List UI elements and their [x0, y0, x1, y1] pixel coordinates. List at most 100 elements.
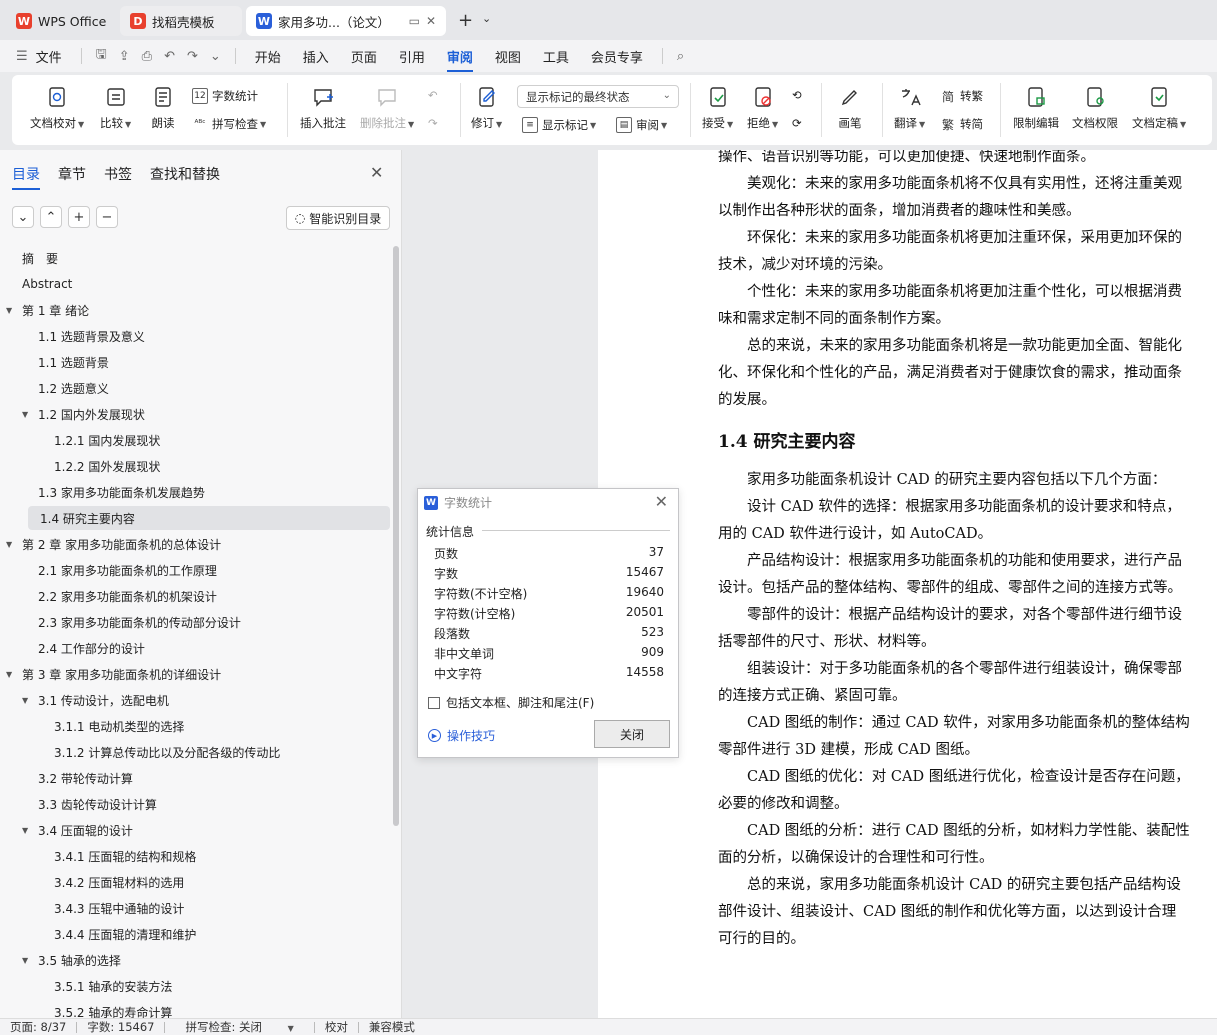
chevron-down-icon[interactable]: ⌄: [482, 12, 491, 25]
toc-item[interactable]: ▼ 第 1 章 绪论: [0, 298, 89, 322]
toc-item[interactable]: 2.3 家用多功能面条机的传动部分设计: [0, 610, 241, 634]
toc-item[interactable]: ▼ 第 2 章 家用多功能面条机的总体设计: [0, 532, 221, 556]
toc-item[interactable]: 3.4.4 压面辊的清理和维护: [0, 922, 196, 946]
tab-wps-office[interactable]: W WPS Office: [6, 6, 116, 36]
menu-page[interactable]: 页面: [340, 47, 388, 66]
word-count-indicator[interactable]: 字数: 15467: [77, 1019, 164, 1035]
menu-view[interactable]: 视图: [484, 47, 532, 66]
undo-icon[interactable]: ↶: [158, 49, 181, 64]
expand-triangle-icon[interactable]: ▼: [22, 410, 38, 419]
toc-item[interactable]: 1.2 选题意义: [0, 376, 109, 400]
toc-item[interactable]: 3.1.2 计算总传动比以及分配各级的传动比: [0, 740, 280, 764]
word-count-button[interactable]: 12 字数统计: [192, 88, 258, 104]
show-marks-button[interactable]: ≡ 显示标记 ▼: [522, 117, 596, 133]
to-simplified-button[interactable]: 繁转简: [940, 116, 983, 132]
expand-triangle-icon[interactable]: ▼: [22, 956, 38, 965]
include-textbox-checkbox[interactable]: 包括文本框、脚注和尾注(F): [428, 694, 594, 711]
insert-comment-button[interactable]: 插入批注: [300, 85, 346, 131]
remove-level-icon[interactable]: −: [96, 206, 118, 228]
toc-item[interactable]: 1.1 选题背景: [0, 350, 109, 374]
menu-reference[interactable]: 引用: [388, 47, 436, 66]
share-icon[interactable]: ⇪: [113, 49, 136, 64]
tips-link[interactable]: ▶ 操作技巧: [428, 727, 495, 744]
toc-item[interactable]: ▼ 3.4 压面辊的设计: [0, 818, 133, 842]
toc-item[interactable]: 3.4.2 压面辊材料的选用: [0, 870, 184, 894]
translate-button[interactable]: 翻译 ▼: [894, 85, 925, 131]
document-page[interactable]: 1.4 研究主要内容 操作、语音识别等功能，可以更加便捷、快速地制作面条。 美观…: [598, 150, 1217, 1018]
tab-chapter[interactable]: 章节: [58, 164, 86, 184]
toc-item[interactable]: 1.1 选题背景及意义: [0, 324, 145, 348]
toc-item[interactable]: 3.5.1 轴承的安装方法: [0, 974, 172, 998]
expand-up-icon[interactable]: ⌃: [40, 206, 62, 228]
expand-triangle-icon[interactable]: ▼: [6, 540, 22, 549]
print-preview-icon[interactable]: ⎙: [136, 49, 158, 64]
tab-bookmark[interactable]: 书签: [104, 164, 132, 184]
toc-item[interactable]: ▼ 3.5 轴承的选择: [0, 948, 121, 972]
menu-review[interactable]: 审阅: [436, 47, 484, 72]
toc-item[interactable]: 1.4 研究主要内容: [28, 506, 390, 530]
hamburger-icon[interactable]: ☰: [0, 49, 34, 64]
more-chevron-icon[interactable]: ⌄: [204, 49, 227, 64]
expand-triangle-icon[interactable]: ▼: [22, 826, 38, 835]
expand-triangle-icon[interactable]: ▼: [22, 696, 38, 705]
close-tab-icon[interactable]: ✕: [426, 14, 436, 28]
display-mode-dropdown[interactable]: 显示标记的最终状态 ⌄: [517, 85, 679, 108]
restrict-edit-button[interactable]: 限制编辑: [1013, 85, 1059, 131]
spell-check-indicator[interactable]: 拼写检查: 关闭 ▼: [165, 1019, 313, 1035]
tab-template[interactable]: D 找稻壳模板: [120, 6, 242, 36]
doc-permission-button[interactable]: 文档权限: [1072, 85, 1118, 131]
reject-button[interactable]: 拒绝 ▼: [747, 85, 778, 131]
accept-button[interactable]: 接受 ▼: [702, 85, 733, 131]
search-icon[interactable]: ⌕: [671, 49, 690, 64]
read-aloud-button[interactable]: 朗读: [151, 85, 175, 131]
close-pane-icon[interactable]: ✕: [370, 163, 383, 182]
spell-check-button[interactable]: ᴬᴮᶜ 拼写检查 ▼: [192, 116, 266, 132]
tab-find-replace[interactable]: 查找和替换: [150, 164, 220, 184]
toc-item[interactable]: 2.4 工作部分的设计: [0, 636, 145, 660]
toc-item[interactable]: 3.2 带轮传动计算: [0, 766, 133, 790]
compare-button[interactable]: 比较 ▼: [100, 85, 131, 131]
toc-item[interactable]: 摘 要: [0, 246, 58, 270]
ink-button[interactable]: 画笔: [838, 85, 862, 131]
revise-button[interactable]: 修订 ▼: [471, 85, 502, 131]
toc-item[interactable]: ▼ 3.1 传动设计，选配电机: [0, 688, 169, 712]
redo-icon[interactable]: ↷: [181, 49, 204, 64]
expand-triangle-icon[interactable]: ▼: [6, 670, 22, 679]
menu-member[interactable]: 会员专享: [580, 47, 654, 66]
next-change-icon[interactable]: ⟳: [792, 116, 802, 130]
toc-item[interactable]: 3.4.1 压面辊的结构和规格: [0, 844, 196, 868]
smart-toc-button[interactable]: ◌ 智能识别目录: [286, 206, 390, 230]
toc-item[interactable]: Abstract: [0, 272, 72, 296]
close-button[interactable]: 关闭: [594, 720, 670, 748]
new-tab-icon[interactable]: +: [458, 10, 473, 31]
menu-file[interactable]: 文件: [34, 47, 73, 66]
next-comment-icon[interactable]: ↷: [428, 116, 438, 130]
add-level-icon[interactable]: +: [68, 206, 90, 228]
scrollbar[interactable]: [393, 246, 399, 826]
expand-triangle-icon[interactable]: ▼: [6, 306, 22, 315]
toc-item[interactable]: 3.1.1 电动机类型的选择: [0, 714, 184, 738]
proof-button[interactable]: 校对: [315, 1019, 358, 1035]
toc-item[interactable]: 3.3 齿轮传动设计计算: [0, 792, 157, 816]
page-indicator[interactable]: 页面: 8/37: [0, 1019, 76, 1035]
menu-insert[interactable]: 插入: [292, 47, 340, 66]
tab-document[interactable]: W 家用多功...（论文） ▭ ✕: [246, 6, 446, 36]
toc-item[interactable]: 1.2.1 国内发展现状: [0, 428, 160, 452]
save-icon[interactable]: 🖫: [90, 45, 113, 67]
delete-comment-button[interactable]: 删除批注 ▼: [360, 85, 414, 131]
doc-final-button[interactable]: 文档定稿 ▼: [1132, 85, 1186, 131]
window-restore-icon[interactable]: ▭: [409, 14, 420, 28]
prev-change-icon[interactable]: ⟲: [792, 88, 802, 102]
toc-item[interactable]: 3.5.2 轴承的寿命计算: [0, 1000, 172, 1019]
toc-item[interactable]: 2.2 家用多功能面条机的机架设计: [0, 584, 217, 608]
menu-start[interactable]: 开始: [244, 47, 292, 66]
menu-tools[interactable]: 工具: [532, 47, 580, 66]
toc-item[interactable]: ▼ 1.2 国内外发展现状: [0, 402, 145, 426]
toc-item[interactable]: 1.3 家用多功能面条机发展趋势: [0, 480, 205, 504]
prev-comment-icon[interactable]: ↶: [428, 88, 438, 102]
dialog-close-icon[interactable]: ✕: [655, 492, 668, 511]
checkbox-box[interactable]: [428, 696, 440, 709]
toc-item[interactable]: 3.4.3 压辊中通轴的设计: [0, 896, 184, 920]
toc-item[interactable]: ▼ 第 3 章 家用多功能面条机的详细设计: [0, 662, 221, 686]
collapse-all-icon[interactable]: ⌄: [12, 206, 34, 228]
